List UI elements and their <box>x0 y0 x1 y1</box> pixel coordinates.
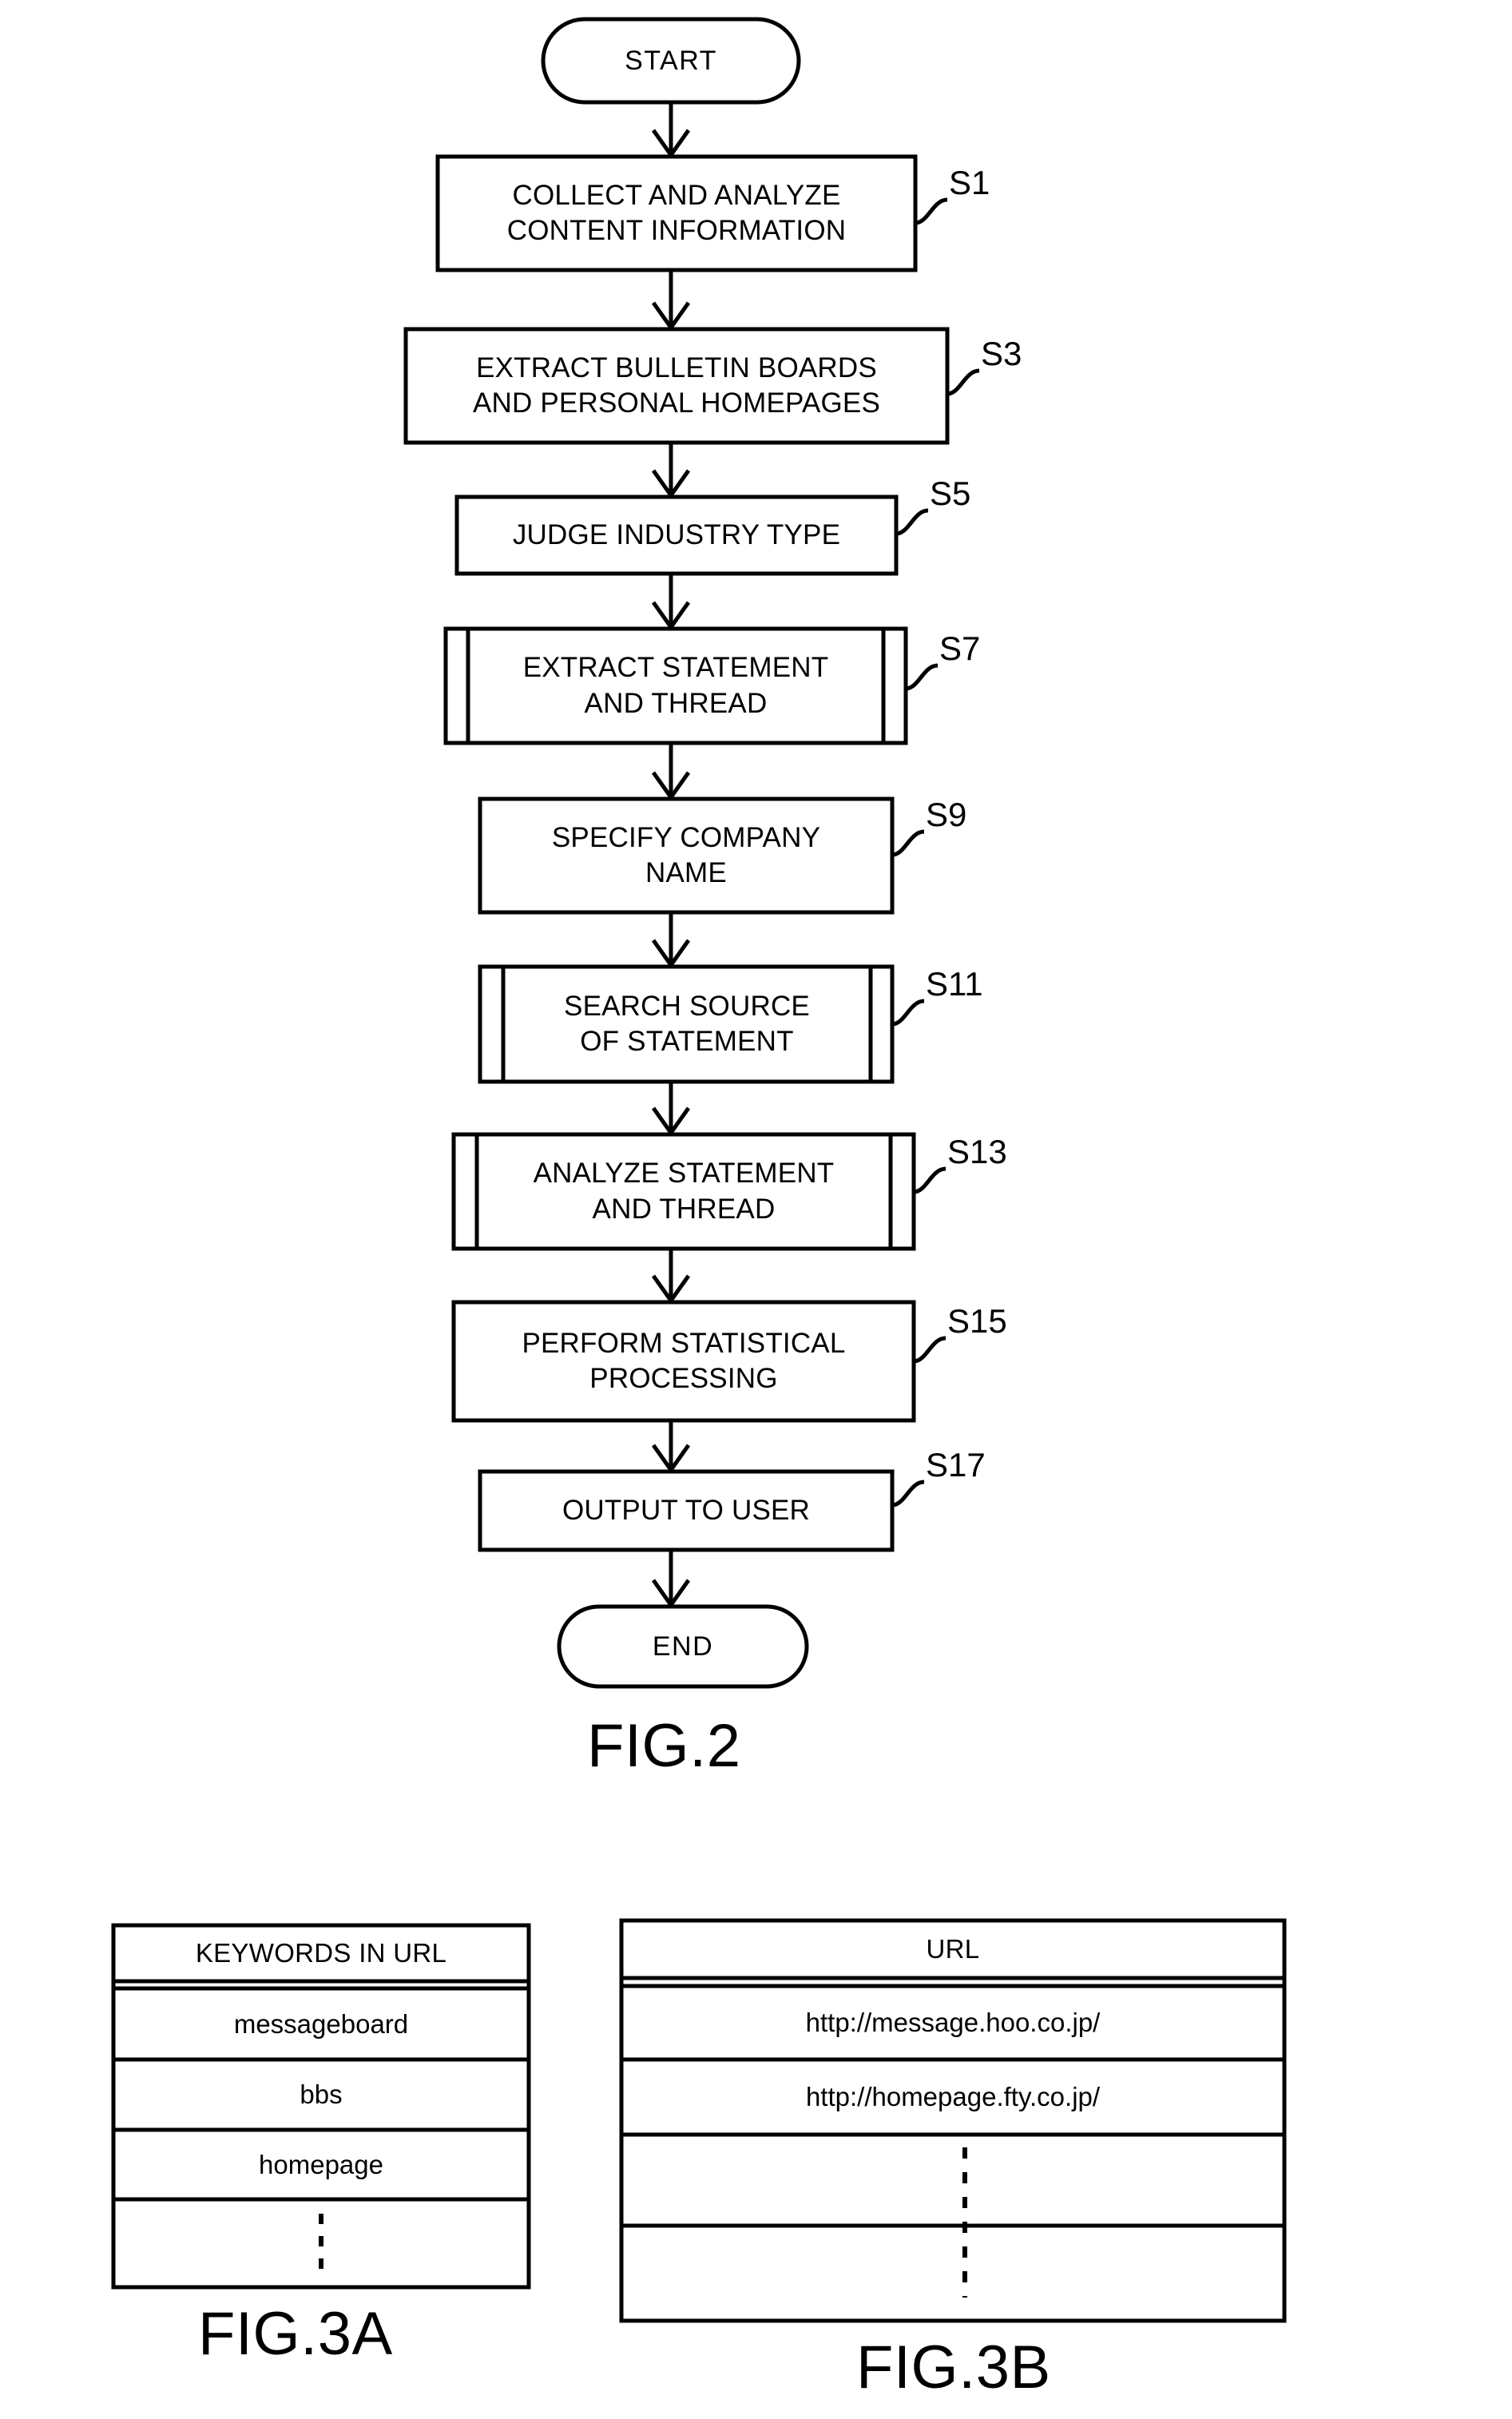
fig3b-row-cell-0: http://message.hoo.co.jp/ <box>805 2008 1101 2037</box>
leader-line-s9 <box>891 829 925 857</box>
step-number-s9: S9 <box>926 796 967 833</box>
s17-process-shape <box>478 1469 895 1552</box>
fig3a-row-cell-0: messageboard <box>233 2008 409 2039</box>
leader-line-s7 <box>905 663 939 691</box>
s15-process-shape <box>451 1300 916 1423</box>
leader-line-s11 <box>891 999 925 1027</box>
s11-subroutine-shape <box>478 964 895 1084</box>
figure-3a-caption: FIG.3A <box>198 2300 393 2368</box>
fig3a-row-cell-2: homepage <box>259 2149 383 2179</box>
figure-2-flowchart <box>403 17 980 1689</box>
leader-line-s15 <box>913 1336 946 1364</box>
step-number-s15: S15 <box>947 1302 1007 1340</box>
fig3b-row-cell-1: http://homepage.fty.co.jp/ <box>805 2082 1101 2111</box>
leader-line-s13 <box>913 1166 946 1194</box>
fig3a-row-cell-3 <box>113 2199 529 2287</box>
end-terminator-shape <box>557 1604 809 1689</box>
leader-line-s17 <box>891 1480 925 1507</box>
s3-process-shape <box>403 327 950 445</box>
s13-subroutine-shape <box>451 1132 916 1251</box>
s1-process-shape <box>435 154 918 272</box>
fig3b-row-cell-3 <box>621 2226 1284 2321</box>
s9-process-shape <box>478 796 895 915</box>
step-number-s1: S1 <box>949 164 990 201</box>
patent-drawing-sheet: START COLLECT AND ANALYZE CONTENT INFORM… <box>0 0 1512 2419</box>
step-number-s5: S5 <box>930 475 971 512</box>
leader-line-s3 <box>946 368 980 396</box>
s5-process-shape <box>454 495 899 576</box>
step-number-s7: S7 <box>939 630 981 667</box>
start-terminator-shape <box>541 17 801 105</box>
leader-line-s1 <box>915 197 948 225</box>
step-number-s17: S17 <box>926 1446 986 1484</box>
step-number-s11: S11 <box>926 965 983 1003</box>
fig3a-row-cell-1: bbs <box>300 2079 343 2109</box>
step-number-s13: S13 <box>947 1133 1007 1170</box>
step-number-s3: S3 <box>981 335 1022 372</box>
fig3a-header-cell: KEYWORDS IN URL <box>195 1938 447 1968</box>
fig3b-header-cell: URL <box>926 1934 980 1964</box>
figure-2-caption: FIG.2 <box>587 1712 741 1780</box>
fig3b-row-cell-2 <box>621 2135 1284 2226</box>
figure-3b-caption: FIG.3B <box>856 2334 1051 2401</box>
s7-subroutine-shape <box>443 626 908 745</box>
leader-line-s5 <box>895 508 929 536</box>
